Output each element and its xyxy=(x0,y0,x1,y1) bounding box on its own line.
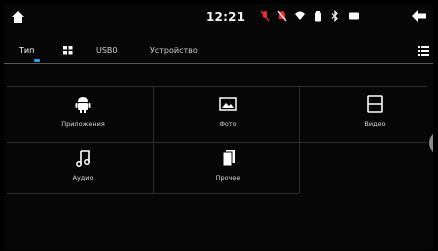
grid-line xyxy=(7,86,427,87)
category-other-label: Прочее xyxy=(215,174,241,182)
category-video[interactable]: Видео xyxy=(300,90,433,140)
video-icon xyxy=(367,95,383,113)
category-other[interactable]: Прочее xyxy=(153,144,303,194)
photo-icon xyxy=(219,97,237,111)
music-note-icon xyxy=(76,150,90,167)
grid-line xyxy=(7,142,427,143)
category-apps[interactable]: Приложения xyxy=(8,90,158,140)
android-icon xyxy=(75,97,91,113)
category-apps-label: Приложения xyxy=(61,120,105,128)
category-grid: Приложения Фото Видео Аудио Прочее xyxy=(4,4,433,250)
file-manager-screen: 12:21 Тип USB0 Устройство Приложения Фот… xyxy=(4,4,433,250)
category-audio[interactable]: Аудио xyxy=(8,144,158,194)
files-icon xyxy=(222,150,235,167)
category-video-label: Видео xyxy=(364,120,386,128)
category-photo-label: Фото xyxy=(219,120,237,128)
category-photo[interactable]: Фото xyxy=(153,90,303,140)
category-audio-label: Аудио xyxy=(72,174,94,182)
